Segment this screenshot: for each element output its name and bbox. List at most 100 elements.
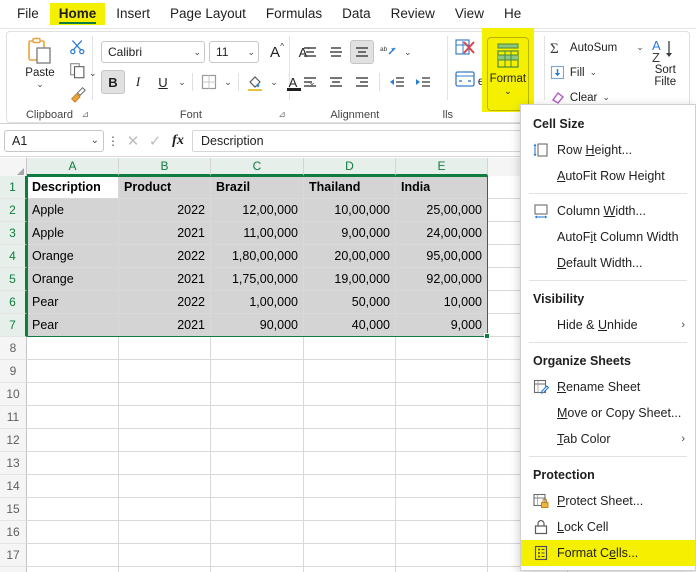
- cell-D14[interactable]: [304, 475, 396, 498]
- cell-A8[interactable]: [27, 337, 119, 360]
- cell-C8[interactable]: [211, 337, 304, 360]
- formula-bar-more-icon[interactable]: ⋮: [104, 134, 122, 148]
- cell-E14[interactable]: [396, 475, 488, 498]
- italic-button[interactable]: I: [126, 70, 150, 94]
- clear-caret-icon[interactable]: ⌄: [602, 92, 610, 103]
- row-header-14[interactable]: 14: [0, 475, 27, 498]
- row-header-6[interactable]: 6: [0, 291, 27, 314]
- row-header-11[interactable]: 11: [0, 406, 27, 429]
- row-header-18[interactable]: 18: [0, 567, 27, 572]
- column-header-B[interactable]: B: [119, 158, 211, 176]
- cell-D15[interactable]: [304, 498, 396, 521]
- cell-B16[interactable]: [119, 521, 211, 544]
- cell-C11[interactable]: [211, 406, 304, 429]
- cell-A1[interactable]: Description: [27, 176, 119, 199]
- cell-C13[interactable]: [211, 452, 304, 475]
- cell-C7[interactable]: 90,000: [211, 314, 304, 337]
- cell-B14[interactable]: [119, 475, 211, 498]
- menu-item-protect-sheet[interactable]: Protect Sheet...: [521, 488, 695, 514]
- cell-B5[interactable]: 2021: [119, 268, 211, 291]
- cell-A5[interactable]: Orange: [27, 268, 119, 291]
- increase-indent-button[interactable]: [411, 70, 435, 94]
- menu-item-row-height[interactable]: Row Height...: [521, 137, 695, 163]
- menu-item-autofit-column-width[interactable]: AutoFit Column Width: [521, 224, 695, 250]
- cell-E18[interactable]: [396, 567, 488, 572]
- menu-item-format-cells[interactable]: Format Cells...: [521, 540, 695, 566]
- borders-button[interactable]: [197, 70, 221, 94]
- cell-D9[interactable]: [304, 360, 396, 383]
- cell-C3[interactable]: 11,00,000: [211, 222, 304, 245]
- cell-A4[interactable]: Orange: [27, 245, 119, 268]
- cell-D4[interactable]: 20,00,000: [304, 245, 396, 268]
- cell-E10[interactable]: [396, 383, 488, 406]
- paste-caret-icon[interactable]: ⌄: [17, 79, 63, 90]
- cell-A13[interactable]: [27, 452, 119, 475]
- cell-D13[interactable]: [304, 452, 396, 475]
- format-button[interactable]: Format ⌄: [481, 28, 534, 112]
- cell-D3[interactable]: 9,00,000: [304, 222, 396, 245]
- cell-B18[interactable]: [119, 567, 211, 572]
- cell-B17[interactable]: [119, 544, 211, 567]
- cell-D16[interactable]: [304, 521, 396, 544]
- cell-C4[interactable]: 1,80,00,000: [211, 245, 304, 268]
- cell-A9[interactable]: [27, 360, 119, 383]
- borders-caret-icon[interactable]: ⌄: [222, 77, 234, 88]
- cell-D8[interactable]: [304, 337, 396, 360]
- row-header-16[interactable]: 16: [0, 521, 27, 544]
- cell-C6[interactable]: 1,00,000: [211, 291, 304, 314]
- paste-button[interactable]: Paste ⌄: [17, 37, 63, 90]
- name-box[interactable]: A1 ⌄: [4, 129, 104, 152]
- row-header-5[interactable]: 5: [0, 268, 27, 291]
- menu-item-column-width[interactable]: Column Width...: [521, 198, 695, 224]
- row-header-10[interactable]: 10: [0, 383, 27, 406]
- cell-E15[interactable]: [396, 498, 488, 521]
- cell-B10[interactable]: [119, 383, 211, 406]
- cell-A6[interactable]: Pear: [27, 291, 119, 314]
- ribbon-tab-he[interactable]: He: [495, 3, 530, 25]
- cell-A18[interactable]: [27, 567, 119, 572]
- cell-C17[interactable]: [211, 544, 304, 567]
- select-all-corner[interactable]: [0, 158, 27, 176]
- align-center-button[interactable]: [324, 70, 348, 94]
- cell-A12[interactable]: [27, 429, 119, 452]
- confirm-icon[interactable]: ✓: [144, 132, 166, 150]
- fill-color-caret-icon[interactable]: ⌄: [268, 77, 280, 88]
- bold-button[interactable]: B: [100, 70, 125, 94]
- cell-E7[interactable]: 9,000: [396, 314, 488, 337]
- cell-E16[interactable]: [396, 521, 488, 544]
- cell-C2[interactable]: 12,00,000: [211, 199, 304, 222]
- row-header-1[interactable]: 1: [0, 176, 27, 199]
- ribbon-tab-formulas[interactable]: Formulas: [257, 3, 331, 25]
- cell-A7[interactable]: Pear: [27, 314, 119, 337]
- cell-E12[interactable]: [396, 429, 488, 452]
- cell-B3[interactable]: 2021: [119, 222, 211, 245]
- cell-E13[interactable]: [396, 452, 488, 475]
- cell-B4[interactable]: 2022: [119, 245, 211, 268]
- cell-E6[interactable]: 10,000: [396, 291, 488, 314]
- cell-C18[interactable]: [211, 567, 304, 572]
- align-middle-button[interactable]: [324, 40, 348, 64]
- cell-E2[interactable]: 25,00,000: [396, 199, 488, 222]
- cell-C9[interactable]: [211, 360, 304, 383]
- cell-A14[interactable]: [27, 475, 119, 498]
- align-top-button[interactable]: [298, 40, 322, 64]
- menu-item-hide-unhide[interactable]: Hide & Unhide ›: [521, 312, 695, 338]
- sort-filter-button[interactable]: A Z Sort Filte: [639, 38, 691, 88]
- ribbon-tab-view[interactable]: View: [446, 3, 493, 25]
- menu-item-lock-cell[interactable]: Lock Cell: [521, 514, 695, 540]
- cell-B6[interactable]: 2022: [119, 291, 211, 314]
- ribbon-tab-data[interactable]: Data: [333, 3, 380, 25]
- insert-cells-button[interactable]: [454, 70, 476, 93]
- row-header-2[interactable]: 2: [0, 199, 27, 222]
- font-size-combo[interactable]: 11 ⌄: [208, 41, 259, 63]
- cell-C14[interactable]: [211, 475, 304, 498]
- cell-E4[interactable]: 95,00,000: [396, 245, 488, 268]
- cell-D7[interactable]: 40,000: [304, 314, 396, 337]
- cell-D6[interactable]: 50,000: [304, 291, 396, 314]
- cell-C15[interactable]: [211, 498, 304, 521]
- copy-button[interactable]: [69, 62, 86, 84]
- menu-item-autofit-row-height[interactable]: AutoFit Row Height: [521, 163, 695, 189]
- cut-button[interactable]: [69, 38, 86, 60]
- row-header-17[interactable]: 17: [0, 544, 27, 567]
- cell-B7[interactable]: 2021: [119, 314, 211, 337]
